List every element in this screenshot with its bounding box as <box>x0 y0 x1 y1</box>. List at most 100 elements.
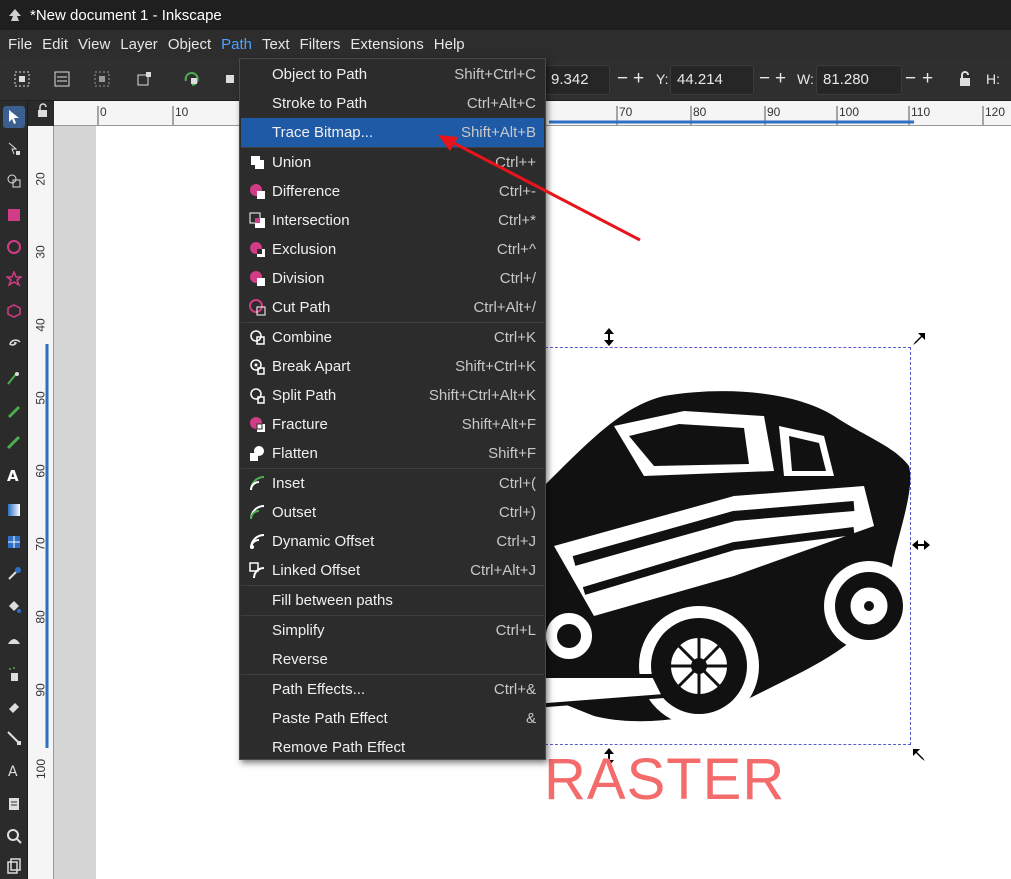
menu-item-intersection[interactable]: Intersection Ctrl+* <box>241 206 544 235</box>
select-all-layers-icon[interactable] <box>52 69 72 89</box>
measure-tool-icon[interactable]: A <box>3 759 25 781</box>
menu-item-linked-offset[interactable]: Linked Offset Ctrl+Alt+J <box>241 556 544 585</box>
y-field[interactable]: 44.214 <box>670 65 754 95</box>
scale-handle-right-icon[interactable] <box>912 538 930 552</box>
x-field[interactable]: 9.342 <box>544 65 610 95</box>
menu-item-object-to-path[interactable]: Object to Path Shift+Ctrl+C <box>241 60 544 89</box>
combine-icon <box>250 330 265 345</box>
menu-item-remove-path-effect[interactable]: Remove Path Effect <box>241 733 544 762</box>
menu-filters[interactable]: Filters <box>295 32 346 58</box>
menu-item-shortcut: Ctrl+K <box>493 329 536 346</box>
pages-overview-icon[interactable] <box>3 855 25 877</box>
menu-item-division[interactable]: Division Ctrl+/ <box>241 264 544 293</box>
menu-file[interactable]: File <box>3 32 37 58</box>
ellipse-tool-icon[interactable] <box>3 236 25 258</box>
intersection-icon <box>249 212 265 228</box>
y-decrement-button[interactable]: − <box>759 67 770 91</box>
bezier-tool-icon[interactable] <box>3 367 25 389</box>
dropper-tool-icon[interactable] <box>3 563 25 585</box>
menu-item-exclusion[interactable]: Exclusion Ctrl+^ <box>241 235 544 264</box>
scale-handle-bottom-right-icon[interactable] <box>912 748 926 762</box>
tweak-tool-icon[interactable] <box>3 629 25 651</box>
menu-item-path-effects[interactable]: Path Effects... Ctrl+& <box>241 675 544 704</box>
ruler-label-v40: 40 <box>33 318 48 332</box>
menu-item-flatten[interactable]: Flatten Shift+F <box>241 439 544 468</box>
menu-layer[interactable]: Layer <box>115 32 163 58</box>
ruler-label-v90: 90 <box>33 683 48 697</box>
menu-item-break-apart[interactable]: Break Apart Shift+Ctrl+K <box>241 352 544 381</box>
menu-object[interactable]: Object <box>163 32 216 58</box>
menu-item-shortcut: Ctrl+J <box>496 533 536 550</box>
menu-item-simplify[interactable]: Simplify Ctrl+L <box>241 616 544 645</box>
y-increment-button[interactable]: + <box>775 67 786 91</box>
rectangle-tool-icon[interactable] <box>3 204 25 226</box>
menu-item-union[interactable]: Union Ctrl++ <box>241 148 544 177</box>
menu-item-difference[interactable]: Difference Ctrl+- <box>241 177 544 206</box>
spray-tool-icon[interactable] <box>3 663 25 685</box>
w-increment-button[interactable]: + <box>922 67 933 91</box>
svg-text:A: A <box>7 467 19 483</box>
menu-item-split-path[interactable]: Split Path Shift+Ctrl+Alt+K <box>241 381 544 410</box>
fracture-icon <box>250 417 265 432</box>
menu-extensions[interactable]: Extensions <box>345 32 428 58</box>
mesh-tool-icon[interactable] <box>3 531 25 553</box>
transform-icon[interactable] <box>134 69 154 89</box>
menu-item-label: Exclusion <box>272 241 337 258</box>
menu-item-label: Cut Path <box>272 299 331 316</box>
gradient-tool-icon[interactable] <box>3 499 25 521</box>
paint-bucket-tool-icon[interactable] <box>3 595 25 617</box>
selector-tool-icon[interactable] <box>3 106 25 128</box>
menu-item-fracture[interactable]: Fracture Shift+Alt+F <box>241 410 544 439</box>
menu-item-paste-path-effect[interactable]: Paste Path Effect & <box>241 704 544 733</box>
menu-item-shortcut: Shift+F <box>488 445 536 462</box>
spiral-tool-icon[interactable] <box>3 332 25 354</box>
menu-item-trace-bitmap[interactable]: Trace Bitmap... Shift+Alt+B <box>241 118 544 147</box>
menu-item-reverse[interactable]: Reverse <box>241 645 544 674</box>
node-tool-icon[interactable] <box>3 138 25 160</box>
menu-item-label: Trace Bitmap... <box>272 124 374 141</box>
deselect-icon[interactable] <box>92 69 112 89</box>
outset-icon <box>250 505 265 520</box>
raster-label[interactable]: RASTER <box>544 746 785 813</box>
w-field[interactable]: 81.280 <box>816 65 902 95</box>
menu-help[interactable]: Help <box>429 32 470 58</box>
x-decrement-button[interactable]: − <box>617 67 628 91</box>
calligraphy-tool-icon[interactable] <box>3 431 25 453</box>
scale-handle-top-right-icon[interactable] <box>912 332 926 346</box>
menu-item-shortcut: & <box>525 710 536 727</box>
star-tool-icon[interactable] <box>3 268 25 290</box>
flatten-icon <box>250 446 264 461</box>
lock-guides-icon[interactable] <box>28 101 54 126</box>
zoom-tool-icon[interactable] <box>3 825 25 847</box>
menu-text[interactable]: Text <box>257 32 295 58</box>
menu-item-stroke-to-path[interactable]: Stroke to Path Ctrl+Alt+C <box>241 89 544 118</box>
menu-view[interactable]: View <box>73 32 115 58</box>
menu-item-inset[interactable]: Inset Ctrl+( <box>241 469 544 498</box>
menu-item-label: Combine <box>272 329 333 346</box>
pencil-tool-icon[interactable] <box>3 399 25 421</box>
lock-icon[interactable] <box>955 69 975 89</box>
ruler-label-v80: 80 <box>33 610 48 624</box>
menu-edit[interactable]: Edit <box>37 32 73 58</box>
shape-builder-tool-icon[interactable] <box>3 170 25 192</box>
3d-box-tool-icon[interactable] <box>3 300 25 322</box>
ruler-label-70: 70 <box>619 105 633 119</box>
x-increment-button[interactable]: + <box>633 67 644 91</box>
ruler-label-v30: 30 <box>33 245 48 259</box>
connector-tool-icon[interactable] <box>3 727 25 749</box>
rotate-ccw-icon[interactable] <box>182 69 202 89</box>
menu-item-cut-path[interactable]: Cut Path Ctrl+Alt+/ <box>241 293 544 322</box>
menu-item-outset[interactable]: Outset Ctrl+) <box>241 498 544 527</box>
text-tool-icon[interactable]: A <box>3 464 25 486</box>
menu-item-label: Flatten <box>272 445 318 462</box>
eraser-tool-icon[interactable] <box>3 695 25 717</box>
menu-item-combine[interactable]: Combine Ctrl+K <box>241 323 544 352</box>
scale-handle-top-icon[interactable] <box>602 328 616 346</box>
menu-item-shortcut: Ctrl+Alt+J <box>470 562 536 579</box>
menu-path[interactable]: Path <box>216 32 257 58</box>
menu-item-fill-between-paths[interactable]: Fill between paths <box>241 586 544 615</box>
pages-tool-icon[interactable] <box>3 793 25 815</box>
select-all-icon[interactable] <box>12 69 32 89</box>
menu-item-dynamic-offset[interactable]: Dynamic Offset Ctrl+J <box>241 527 544 556</box>
w-decrement-button[interactable]: − <box>905 67 916 91</box>
